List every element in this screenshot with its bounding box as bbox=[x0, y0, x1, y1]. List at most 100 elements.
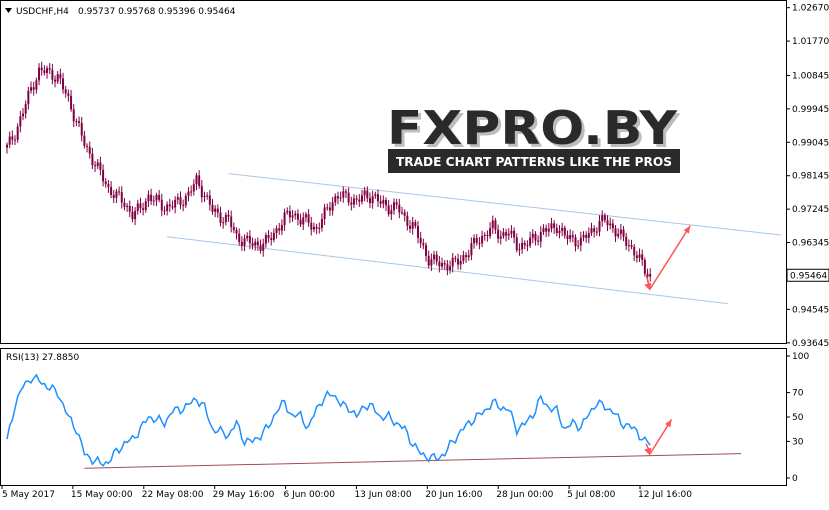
candle-body bbox=[86, 145, 89, 147]
candle-body bbox=[358, 199, 361, 202]
candle-body bbox=[19, 116, 22, 127]
candle-body bbox=[443, 263, 446, 265]
candle-body bbox=[182, 204, 185, 206]
candle-body bbox=[342, 191, 345, 198]
candle-body bbox=[310, 222, 313, 230]
candle-body bbox=[110, 186, 113, 195]
candle-body bbox=[347, 192, 350, 203]
candle-body bbox=[531, 233, 534, 238]
time-tick-label: 22 May 08:00 bbox=[142, 490, 204, 500]
candle-body bbox=[585, 234, 588, 238]
candle-body bbox=[563, 227, 566, 236]
candle-body bbox=[91, 153, 94, 166]
candle-body bbox=[283, 212, 286, 226]
last-price-tag: 0.95464 bbox=[786, 268, 829, 282]
candle-body bbox=[163, 210, 166, 212]
watermark-brand-shadow: FXPRO.BY bbox=[387, 101, 678, 155]
candle-body bbox=[497, 229, 500, 239]
time-tick-label: 5 May 2017 bbox=[2, 490, 55, 500]
candle-body bbox=[547, 228, 550, 232]
candle-body bbox=[142, 208, 145, 210]
candle-body bbox=[371, 196, 374, 204]
candle-body bbox=[622, 229, 625, 237]
candle-body bbox=[339, 197, 342, 199]
candle-body bbox=[270, 238, 273, 240]
candle-body bbox=[489, 228, 492, 237]
candle-body bbox=[147, 194, 150, 202]
candle-body bbox=[259, 245, 262, 251]
candle-body bbox=[579, 237, 582, 246]
candle-body bbox=[368, 198, 371, 204]
candle-body bbox=[505, 232, 508, 236]
candle-body bbox=[326, 207, 329, 209]
candle-body bbox=[288, 211, 291, 218]
candle-body bbox=[43, 70, 46, 73]
time-tick-label: 20 Jun 16:00 bbox=[425, 490, 482, 500]
candle-body bbox=[350, 202, 353, 205]
price-tick-label: 0.96345 bbox=[792, 239, 829, 249]
candle-body bbox=[473, 237, 476, 244]
candle-body bbox=[118, 191, 121, 193]
candle-body bbox=[379, 201, 382, 204]
candle-body bbox=[246, 235, 249, 239]
candle-body bbox=[590, 228, 593, 234]
price-tick-label: 0.98145 bbox=[792, 172, 829, 182]
candle-body bbox=[24, 104, 27, 114]
candle-body bbox=[120, 192, 123, 203]
candle-body bbox=[83, 135, 86, 146]
price-tick-label: 0.97245 bbox=[792, 205, 829, 215]
candle-body bbox=[179, 197, 182, 205]
candle-body bbox=[280, 225, 283, 231]
candle-body bbox=[577, 245, 580, 247]
candle-body bbox=[296, 213, 299, 220]
candle-body bbox=[574, 237, 577, 247]
candle-body bbox=[518, 249, 521, 251]
candle-body bbox=[384, 200, 387, 206]
candle-body bbox=[150, 194, 153, 201]
candle-body bbox=[502, 232, 505, 237]
candle-body bbox=[168, 204, 171, 207]
candle-body bbox=[51, 69, 54, 80]
candle-body bbox=[539, 231, 542, 242]
candle-body bbox=[446, 264, 449, 271]
candle-body bbox=[627, 245, 630, 247]
candle-body bbox=[238, 233, 241, 243]
candle-body bbox=[491, 220, 494, 229]
candle-body bbox=[78, 121, 81, 123]
candle-body bbox=[411, 222, 414, 229]
candle-body bbox=[582, 234, 585, 238]
candle-body bbox=[593, 228, 596, 232]
candle-body bbox=[601, 215, 604, 222]
candle-body bbox=[107, 184, 110, 187]
candle-body bbox=[395, 202, 398, 205]
price-tick-label: 0.94545 bbox=[792, 305, 829, 315]
candle-body bbox=[401, 212, 404, 214]
candle-body bbox=[435, 254, 438, 262]
candle-body bbox=[70, 95, 73, 110]
candle-body bbox=[478, 242, 481, 244]
candle-body bbox=[344, 191, 347, 193]
candle-body bbox=[22, 113, 25, 117]
candle-body bbox=[312, 226, 315, 230]
candle-body bbox=[32, 87, 35, 90]
price-tick-label: 0.99045 bbox=[792, 138, 829, 148]
candle-body bbox=[603, 215, 606, 221]
candle-body bbox=[638, 254, 641, 258]
rsi-tick-label: 70 bbox=[792, 389, 804, 399]
candle-body bbox=[59, 74, 62, 79]
candle-body bbox=[48, 68, 51, 70]
candle-body bbox=[510, 230, 513, 234]
ohlc-label: 0.95737 0.95768 0.95396 0.95464 bbox=[78, 7, 236, 17]
candle-body bbox=[176, 197, 179, 200]
candle-body bbox=[465, 255, 468, 258]
candle-body bbox=[550, 223, 553, 229]
candle-body bbox=[553, 223, 556, 228]
candle-body bbox=[643, 260, 646, 274]
candle-body bbox=[352, 198, 355, 205]
candle-body bbox=[227, 214, 230, 217]
candle-body bbox=[334, 196, 337, 203]
candle-body bbox=[211, 204, 214, 212]
candle-body bbox=[152, 200, 155, 202]
candle-body bbox=[208, 195, 211, 205]
candle-body bbox=[398, 204, 401, 213]
